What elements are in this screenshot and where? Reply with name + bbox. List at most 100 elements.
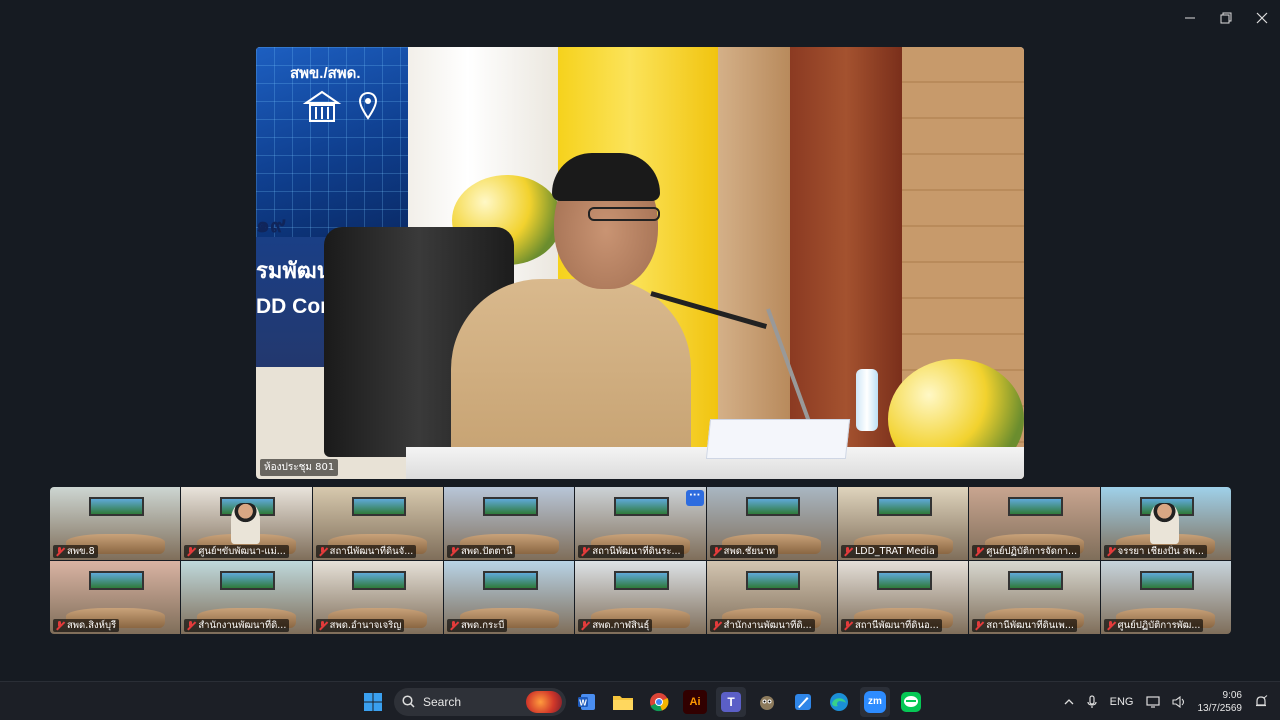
mic-muted-icon — [843, 621, 852, 630]
participant-name-label: ศูนย์ฯขับพัฒนา-แม่... — [184, 545, 289, 558]
mic-muted-icon — [1106, 621, 1115, 630]
participant-name: สพข.8 — [67, 546, 95, 557]
svg-text:W: W — [579, 698, 587, 707]
active-speaker-video[interactable]: สพข./สพด. ๑๙ รมพัฒนา DD Confe ห้องประชุม… — [256, 47, 1024, 479]
participant-name-label: สพด.สิงห์บุรี — [53, 619, 120, 632]
illustrator-icon[interactable]: Ai — [683, 689, 707, 714]
mic-muted-icon — [580, 547, 589, 556]
chevron-up-icon[interactable] — [1064, 697, 1074, 707]
participant-name-label: ศูนย์ปฏิบัติการจัดกา... — [972, 545, 1081, 558]
participant-name: สพด.กระบี่ — [460, 620, 505, 631]
participant-tile[interactable]: ศูนย์ฯขับพัฒนา-แม่... — [181, 487, 312, 560]
windows-taskbar: Search W Ai T zm ENG 9:06 13/7/2569 — [0, 681, 1280, 720]
file-explorer-icon[interactable] — [608, 687, 638, 717]
microphone-icon[interactable] — [1086, 694, 1098, 709]
speaker-hair — [552, 153, 660, 201]
participant-name: สถานีพัฒนาที่ดินเพ... — [986, 620, 1074, 631]
search-icon — [402, 695, 415, 708]
building-icon — [302, 90, 342, 122]
room-screen — [220, 571, 276, 591]
teams-glyph: T — [721, 691, 741, 712]
participant-tile[interactable]: ศูนย์ปฏิบัติการพัฒ... — [1100, 561, 1231, 634]
room-screen — [745, 571, 801, 591]
chrome-icon[interactable] — [644, 687, 674, 717]
participant-name: สพด.อำนาจเจริญ — [329, 620, 402, 631]
participant-tile[interactable]: จรรยา เชียงปั่น สพ... — [1100, 487, 1231, 560]
system-tray: ENG 9:06 13/7/2569 — [1064, 682, 1280, 720]
participant-name-label: สถานีพัฒนาที่ดินจั... — [315, 545, 417, 558]
restore-button[interactable] — [1208, 0, 1244, 36]
participant-name-label: LDD_TRAT Media — [840, 545, 938, 558]
participant-tile[interactable]: สพข.8 — [50, 487, 181, 560]
participant-name-label: สพด.กาฬสินธุ์ — [578, 619, 653, 632]
close-button[interactable] — [1244, 0, 1280, 36]
minimize-button[interactable] — [1172, 0, 1208, 36]
speaker-body — [451, 279, 691, 464]
participant-name-label: สถานีพัฒนาที่ดินระ... — [578, 545, 684, 558]
mic-muted-icon — [974, 547, 983, 556]
taskbar-search[interactable]: Search — [394, 687, 566, 716]
volume-icon[interactable] — [1171, 695, 1186, 708]
participant-tile[interactable]: สพด.ปัตตานี — [443, 487, 575, 560]
participant-name-label: สพข.8 — [53, 545, 98, 558]
participant-tile[interactable]: สถานีพัฒนาที่ดินเพ... — [969, 561, 1100, 634]
participant-name: จรรยา เชียงปั่น สพ... — [1117, 546, 1204, 557]
participant-name: สพด.ปัตตานี — [460, 546, 513, 557]
participant-name-label: สถานีพัฒนาที่ดินอ... — [840, 619, 942, 632]
line-icon[interactable] — [896, 687, 926, 717]
windows-start-icon[interactable] — [358, 687, 388, 717]
participant-tile[interactable]: สพด.กาฬสินธุ์ — [575, 561, 706, 634]
teams-icon[interactable]: T — [716, 686, 746, 717]
mic-muted-icon — [974, 621, 983, 630]
water-bottle — [856, 369, 878, 431]
room-screen — [614, 497, 670, 517]
room-screen — [877, 497, 932, 517]
mic-muted-icon — [712, 621, 721, 630]
participant-tile[interactable]: สพด.อำนาจเจริญ — [312, 561, 443, 634]
participant-tile[interactable]: LDD_TRAT Media — [837, 487, 969, 560]
participant-tile[interactable]: สำนักงานพัฒนาที่ดิ... — [181, 561, 312, 634]
participant-tile[interactable]: สพด.สิงห์บุรี — [50, 561, 181, 634]
pillar — [718, 47, 790, 479]
window-controls — [1172, 0, 1280, 36]
participant-name-label: สถานีพัฒนาที่ดินเพ... — [972, 619, 1077, 632]
participant-tile[interactable]: สพด.กระบี่ — [443, 561, 575, 634]
zoom-icon[interactable]: zm — [860, 686, 890, 717]
gimp-icon[interactable] — [752, 687, 782, 717]
mic-muted-icon — [55, 547, 64, 556]
participant-tile[interactable]: ··· สถานีพัฒนาที่ดินระ... — [575, 487, 706, 560]
participant-name: ศูนย์ปฏิบัติการจัดกา... — [986, 546, 1078, 557]
participant-name-label: สพด.ชัยนาท — [709, 545, 779, 558]
participant-name-label: สพด.อำนาจเจริญ — [315, 619, 405, 632]
tile-more-options-button[interactable]: ··· — [685, 490, 704, 506]
mic-muted-icon — [712, 547, 721, 556]
participant-tile[interactable]: สพด.ชัยนาท — [706, 487, 837, 560]
participant-person — [1150, 503, 1179, 544]
mic-muted-icon — [318, 547, 327, 556]
banner-text-1: สพข./สพด. — [290, 65, 361, 82]
notification-bell-icon[interactable] — [1254, 694, 1268, 709]
room-screen — [351, 497, 407, 517]
clock[interactable]: 9:06 13/7/2569 — [1198, 689, 1243, 715]
language-indicator[interactable]: ENG — [1110, 696, 1134, 708]
participant-name: สถานีพัฒนาที่ดินระ... — [592, 546, 681, 557]
mic-muted-icon — [1106, 547, 1115, 556]
nameplate — [705, 419, 851, 459]
location-pin-icon — [358, 91, 378, 120]
speaker-glasses — [588, 207, 660, 221]
mic-muted-icon — [186, 547, 195, 556]
participant-tile[interactable]: ศูนย์ปฏิบัติการจัดกา... — [969, 487, 1100, 560]
search-highlight-icon — [526, 690, 562, 713]
word-icon[interactable]: W — [572, 687, 602, 717]
paint-icon[interactable] — [788, 687, 818, 717]
edge-icon[interactable] — [824, 687, 854, 717]
clock-time: 9:06 — [1222, 689, 1242, 701]
mic-muted-icon — [449, 621, 458, 630]
room-screen — [745, 497, 801, 517]
participant-tile[interactable]: สถานีพัฒนาที่ดินอ... — [837, 561, 969, 634]
network-icon[interactable] — [1145, 695, 1160, 708]
room-screen — [483, 497, 538, 517]
room-screen — [89, 571, 144, 591]
participant-tile[interactable]: สถานีพัฒนาที่ดินจั... — [312, 487, 443, 560]
participant-tile[interactable]: สำนักงานพัฒนาที่ดิ... — [706, 561, 837, 634]
